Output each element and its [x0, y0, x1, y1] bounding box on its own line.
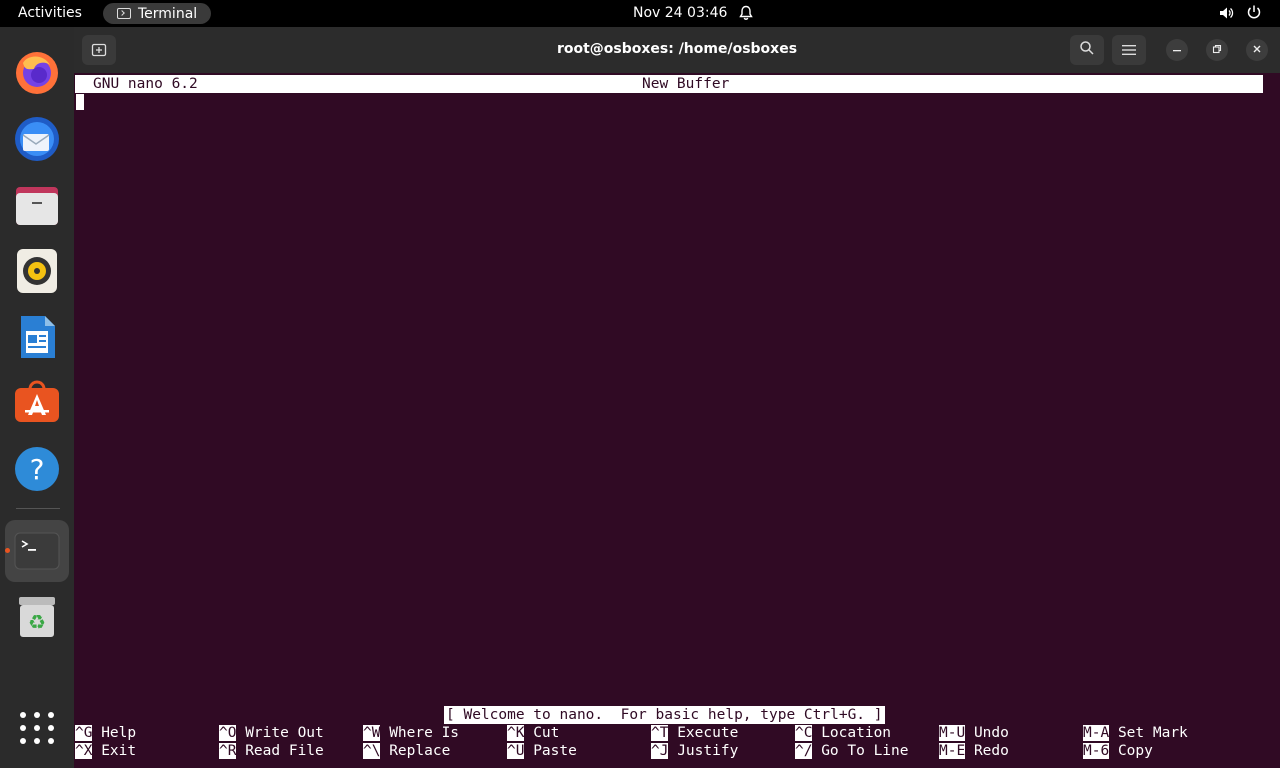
power-icon[interactable]: [1246, 4, 1262, 24]
shortcut-label: Set Mark: [1117, 725, 1188, 741]
top-bar: Activities Terminal Nov 24 03:46: [0, 0, 1280, 27]
help-icon[interactable]: ?: [13, 445, 61, 493]
shortcut-key: M-E: [939, 743, 966, 759]
shortcut-label: Location: [821, 725, 892, 741]
shortcut-key: M-U: [939, 725, 966, 741]
text-cursor[interactable]: [76, 94, 84, 110]
clock[interactable]: Nov 24 03:46: [633, 5, 727, 21]
shortcut-read-file: ^R Read File: [219, 742, 324, 760]
shortcut-label: Copy: [1117, 743, 1153, 759]
writer-icon[interactable]: [13, 313, 61, 361]
nano-version: GNU nano 6.2: [93, 76, 198, 92]
software-icon[interactable]: [13, 379, 61, 427]
shortcut-key: M-6: [1083, 743, 1110, 759]
shortcut-label: Go To Line: [821, 743, 909, 759]
shortcut-label: Where Is: [389, 725, 460, 741]
thunderbird-icon[interactable]: [13, 115, 61, 163]
svg-text:♻: ♻: [28, 610, 46, 634]
shortcut-key: ^J: [651, 743, 669, 759]
shortcut-label: Undo: [973, 725, 1009, 741]
shortcut-cut: ^K Cut: [507, 724, 559, 742]
shortcut-key: ^W: [363, 725, 381, 741]
shortcut-label: Help: [101, 725, 137, 741]
restore-button[interactable]: [1206, 39, 1228, 61]
shortcut-set-mark: M-A Set Mark: [1083, 724, 1188, 742]
trash-icon[interactable]: ♻: [13, 593, 61, 641]
close-button[interactable]: [1246, 39, 1268, 61]
search-button[interactable]: [1070, 35, 1104, 65]
shortcut-justify: ^J Justify: [651, 742, 738, 760]
minimize-icon: [1172, 43, 1182, 57]
buffer-name: New Buffer: [642, 76, 730, 92]
shortcut-label: Replace: [389, 743, 451, 759]
close-icon: [1252, 43, 1262, 57]
shortcut-key: ^C: [795, 725, 813, 741]
shortcut-label: Read File: [245, 743, 324, 759]
svg-text:?: ?: [30, 453, 45, 486]
activities-button[interactable]: Activities: [18, 5, 82, 21]
terminal-small-icon: [117, 8, 131, 19]
nano-title-bar: GNU nano 6.2 New Buffer: [75, 75, 1263, 93]
shortcut-key: ^/: [795, 743, 813, 759]
terminal-window: root@osboxes: /home/osboxes GNU nano 6.2…: [74, 27, 1280, 768]
dock: ? ♻: [0, 27, 74, 768]
status-message: [ Welcome to nano. For basic help, type …: [444, 706, 885, 724]
shortcut-label: Exit: [101, 743, 137, 759]
shortcut-key: ^T: [651, 725, 669, 741]
minimize-button[interactable]: [1166, 39, 1188, 61]
files-icon[interactable]: [13, 181, 61, 229]
app-menu-terminal[interactable]: Terminal: [103, 3, 211, 24]
firefox-icon[interactable]: [13, 49, 61, 97]
app-menu-label: Terminal: [138, 5, 198, 22]
dock-separator: [16, 508, 60, 509]
terminal-icon[interactable]: [13, 527, 61, 575]
shortcut-execute: ^T Execute: [651, 724, 738, 742]
shortcut-key: ^G: [75, 725, 93, 741]
shortcut-undo: M-U Undo: [939, 724, 1009, 742]
shortcut-key: ^R: [219, 743, 237, 759]
shortcut-key: ^K: [507, 725, 525, 741]
shortcut-help: ^G Help: [75, 724, 136, 742]
shortcut-exit: ^X Exit: [75, 742, 136, 760]
running-indicator: [5, 548, 10, 553]
app-grid-icon[interactable]: [13, 707, 61, 755]
shortcut-key: ^X: [75, 743, 93, 759]
volume-icon[interactable]: [1218, 5, 1234, 25]
menu-button[interactable]: [1112, 35, 1146, 65]
rhythmbox-icon[interactable]: [13, 247, 61, 295]
shortcut-label: Write Out: [245, 725, 324, 741]
shortcut-redo: M-E Redo: [939, 742, 1009, 760]
shortcut-paste: ^U Paste: [507, 742, 577, 760]
search-icon: [1079, 40, 1095, 60]
shortcut-label: Execute: [677, 725, 739, 741]
window-header: root@osboxes: /home/osboxes: [74, 27, 1280, 73]
shortcut-write-out: ^O Write Out: [219, 724, 324, 742]
notification-bell-icon[interactable]: [738, 5, 754, 25]
shortcut-replace: ^\ Replace: [363, 742, 450, 760]
shortcut-label: Cut: [533, 725, 560, 741]
restore-icon: [1212, 43, 1222, 57]
shortcut-go-to-line: ^/ Go To Line: [795, 742, 909, 760]
shortcut-key: ^\: [363, 743, 381, 759]
shortcut-copy: M-6 Copy: [1083, 742, 1153, 760]
shortcut-where-is: ^W Where Is: [363, 724, 459, 742]
shortcut-label: Justify: [677, 743, 739, 759]
shortcut-label: Redo: [973, 743, 1009, 759]
hamburger-icon: [1122, 41, 1136, 60]
shortcut-key: ^U: [507, 743, 525, 759]
shortcut-key: M-A: [1083, 725, 1110, 741]
shortcut-key: ^O: [219, 725, 237, 741]
shortcut-location: ^C Location: [795, 724, 891, 742]
shortcut-label: Paste: [533, 743, 577, 759]
